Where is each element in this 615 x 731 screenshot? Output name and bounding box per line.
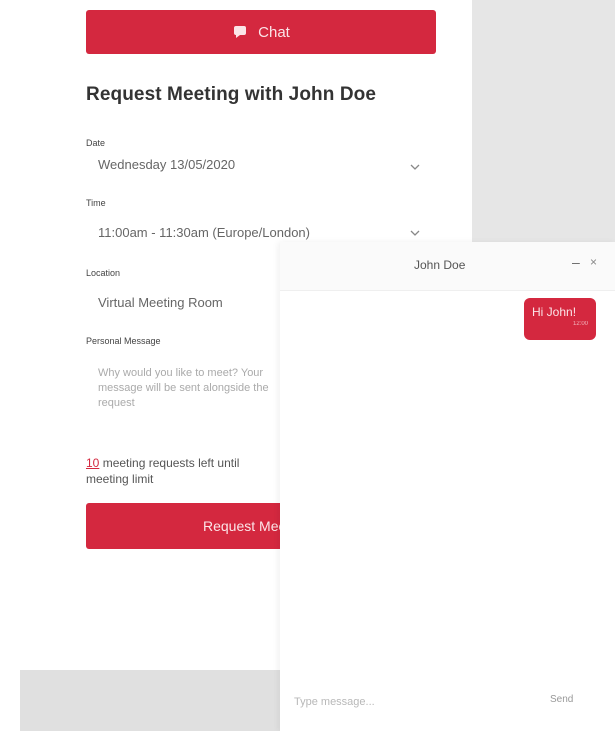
chat-bubble-icon (232, 25, 248, 39)
send-button[interactable]: Send (550, 694, 573, 705)
chevron-down-icon[interactable] (410, 162, 420, 172)
chat-header: John Doe – × (280, 242, 615, 291)
chat-message-input[interactable] (294, 690, 524, 714)
location-value: Virtual Meeting Room (98, 295, 223, 310)
date-label: Date (86, 138, 106, 148)
location-label: Location (86, 268, 121, 278)
chat-window: John Doe – × Hi John! 12:00 Send (280, 242, 615, 731)
background-placeholder-right (472, 0, 615, 242)
personal-message-input[interactable]: Why would you like to meet? Your message… (86, 358, 281, 418)
time-label: Time (86, 198, 106, 208)
date-select[interactable]: Wednesday 13/05/2020 (98, 157, 235, 172)
chat-message-time: 12:00 (572, 321, 588, 327)
chat-button-label: Chat (258, 23, 290, 41)
page-title: Request Meeting with John Doe (86, 84, 377, 105)
requests-left-text: 10 meeting requests left until meeting l… (86, 455, 284, 487)
background-placeholder-bottom (20, 670, 282, 731)
requests-left-label: meeting requests left until meeting limi… (86, 456, 240, 486)
chat-button[interactable]: Chat (86, 10, 436, 54)
personal-message-label: Personal Message (86, 336, 161, 346)
chat-message-bubble: Hi John! 12:00 (524, 298, 596, 340)
minimize-icon[interactable]: – (572, 254, 580, 270)
chat-contact-name: John Doe (414, 258, 466, 272)
app-root: Chat Request Meeting with John Doe Date … (0, 0, 615, 731)
time-select[interactable]: 11:00am - 11:30am (Europe/London) (98, 225, 310, 240)
close-icon[interactable]: × (590, 255, 597, 269)
chat-message-text: Hi John! (532, 305, 577, 319)
requests-left-count[interactable]: 10 (86, 456, 99, 470)
chevron-down-icon[interactable] (410, 228, 420, 238)
